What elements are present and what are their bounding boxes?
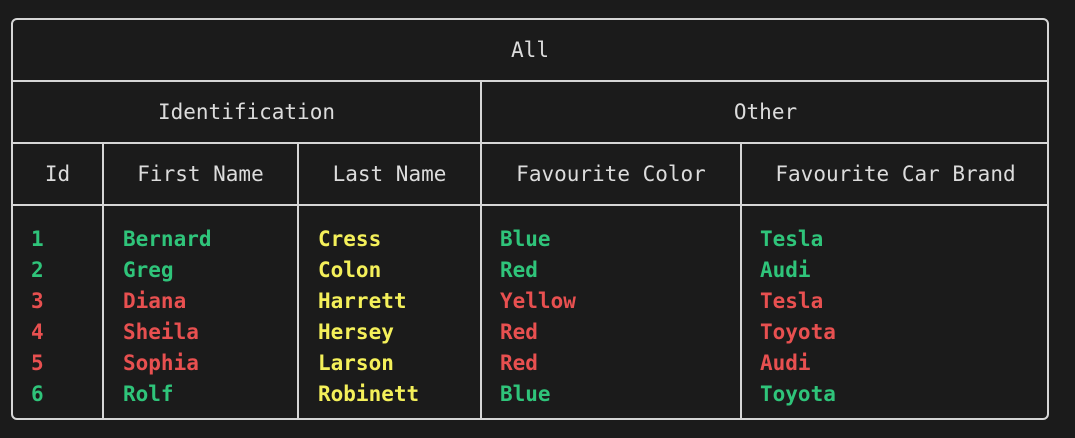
cell-last-name: Harrett: [318, 289, 407, 313]
cell-favourite-color: Red: [500, 351, 538, 375]
cell-first-name: Diana: [123, 289, 187, 313]
cell-id: 1: [31, 227, 44, 251]
cell-favourite-color: Yellow: [500, 289, 576, 313]
cell-first-name: Sophia: [123, 351, 199, 375]
cell-first-name: Rolf: [123, 382, 174, 406]
cell-favourite-car-brand: Audi: [760, 351, 811, 375]
column-first-name: Bernard Greg Diana Sheila Sophia Rolf: [123, 224, 212, 410]
table-title: All: [511, 38, 549, 62]
cell-favourite-car-brand: Toyota: [760, 320, 836, 344]
cell-last-name: Larson: [318, 351, 394, 375]
cell-favourite-car-brand: Tesla: [760, 227, 824, 251]
cell-favourite-car-brand: Tesla: [760, 289, 824, 313]
cell-favourite-car-brand: Toyota: [760, 382, 836, 406]
table-frame: All Identification Other Id First Name L…: [11, 18, 1049, 420]
cell-first-name: Sheila: [123, 320, 199, 344]
cell-id: 5: [31, 351, 44, 375]
cell-favourite-color: Blue: [500, 227, 551, 251]
cell-last-name: Colon: [318, 258, 382, 282]
column-header-favourite-car-brand: Favourite Car Brand: [775, 162, 1016, 186]
column-favourite-color: Blue Red Yellow Red Red Blue: [500, 224, 576, 410]
cell-id: 2: [31, 258, 44, 282]
cell-favourite-color: Blue: [500, 382, 551, 406]
cell-first-name: Bernard: [123, 227, 212, 251]
cell-first-name: Greg: [123, 258, 174, 282]
cell-last-name: Robinett: [318, 382, 420, 406]
column-header-id: Id: [44, 162, 71, 186]
group-header-identification: Identification: [157, 100, 335, 124]
cell-last-name: Cress: [318, 227, 382, 251]
group-header-other: Other: [733, 100, 798, 124]
column-header-last-name: Last Name: [332, 162, 447, 186]
cell-id: 6: [31, 382, 44, 406]
cell-favourite-color: Red: [500, 320, 538, 344]
divider: [13, 204, 1047, 206]
column-id: 1 2 3 4 5 6: [31, 224, 44, 410]
column-last-name: Cress Colon Harrett Hersey Larson Robinett: [318, 224, 419, 410]
column-header-favourite-color: Favourite Color: [516, 162, 706, 186]
cell-id: 3: [31, 289, 44, 313]
column-favourite-car-brand: Tesla Audi Tesla Toyota Audi Toyota: [760, 224, 836, 410]
column-header-first-name: First Name: [137, 162, 264, 186]
cell-id: 4: [31, 320, 44, 344]
cell-favourite-color: Red: [500, 258, 538, 282]
cell-favourite-car-brand: Audi: [760, 258, 811, 282]
cell-last-name: Hersey: [318, 320, 394, 344]
